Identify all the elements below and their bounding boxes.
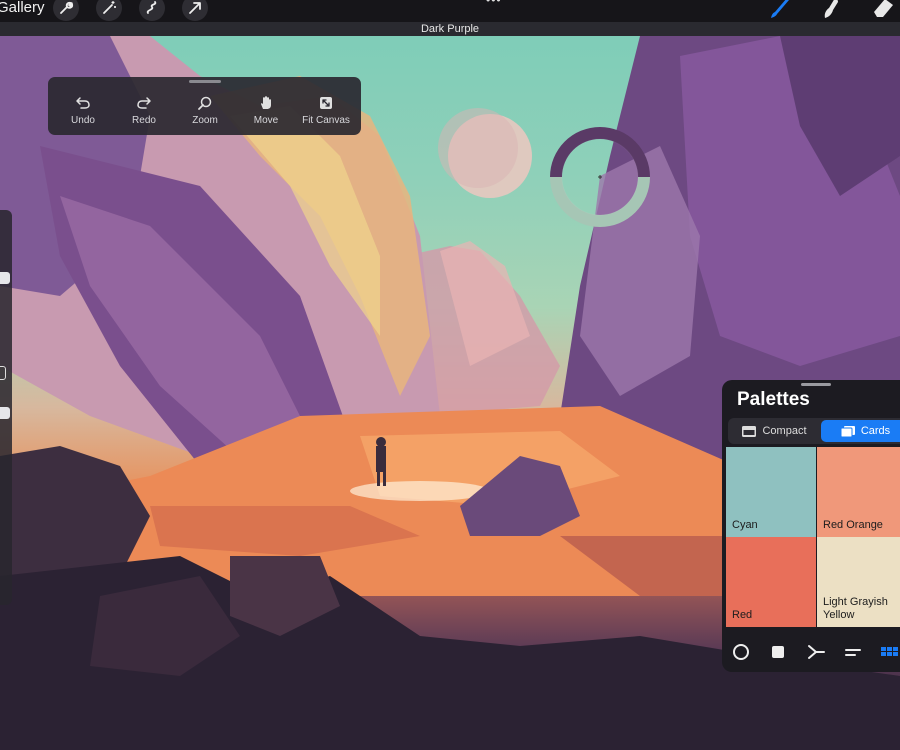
modify-button[interactable] bbox=[0, 366, 6, 380]
current-color-half bbox=[550, 127, 650, 177]
wrench-icon[interactable] bbox=[53, 0, 79, 21]
redo-icon bbox=[137, 97, 151, 109]
zoom-label: Zoom bbox=[192, 115, 218, 126]
previous-color-half bbox=[550, 177, 650, 227]
swatch-light-grayish-yellow[interactable]: Light Grayish Yellow bbox=[817, 537, 900, 627]
more-menu[interactable]: ••• bbox=[486, 0, 502, 7]
smudge-icon[interactable] bbox=[819, 0, 843, 20]
cards-icon bbox=[840, 425, 855, 437]
swatch-red[interactable]: Red bbox=[726, 537, 816, 627]
zoom-icon bbox=[198, 96, 212, 110]
color-mode-bar bbox=[722, 636, 900, 668]
swatch-label: Red Orange bbox=[823, 519, 883, 531]
color-picker-ring[interactable] bbox=[548, 125, 652, 229]
zoom-button[interactable]: Zoom bbox=[175, 95, 235, 126]
transform-arrow-icon[interactable] bbox=[182, 0, 208, 21]
selection-icon[interactable] bbox=[139, 0, 165, 21]
left-sidebar bbox=[0, 210, 12, 605]
compact-tab[interactable]: Compact bbox=[730, 420, 819, 442]
undo-button[interactable]: Undo bbox=[53, 95, 113, 126]
opacity-slider-handle[interactable] bbox=[0, 407, 10, 419]
undo-icon bbox=[76, 97, 90, 109]
compact-icon bbox=[742, 425, 757, 437]
swatch-label: Red bbox=[732, 609, 753, 621]
fit-canvas-label: Fit Canvas bbox=[302, 115, 350, 126]
swatch-red-orange[interactable]: Red Orange bbox=[817, 447, 900, 537]
classic-icon[interactable] bbox=[768, 642, 788, 662]
swatch-cyan[interactable]: Cyan bbox=[726, 447, 816, 537]
palettes-grab-handle[interactable] bbox=[801, 383, 831, 386]
compact-tab-label: Compact bbox=[762, 425, 807, 437]
fit-canvas-button[interactable]: Fit Canvas bbox=[296, 95, 356, 126]
layer-name-banner: Dark Purple bbox=[0, 22, 900, 36]
value-icon[interactable] bbox=[843, 642, 863, 662]
swatch-label: Light Grayish Yellow bbox=[823, 596, 888, 621]
cards-tab-label: Cards bbox=[860, 425, 891, 437]
gallery-button[interactable]: Gallery bbox=[0, 0, 45, 16]
move-label: Move bbox=[253, 115, 279, 126]
top-bar: Gallery ••• bbox=[0, 0, 900, 22]
quick-toolbar: Undo Redo Zoom Move Fit Canvas bbox=[48, 77, 361, 135]
move-button[interactable]: Move bbox=[236, 95, 296, 126]
harmony-icon[interactable] bbox=[806, 642, 826, 662]
disc-icon[interactable] bbox=[731, 642, 751, 662]
palettes-panel: Palettes Compact Cards Cyan Red Orange R… bbox=[722, 380, 900, 672]
hand-icon bbox=[261, 96, 271, 109]
cards-tab[interactable]: Cards bbox=[821, 420, 900, 442]
brush-size-slider-handle[interactable] bbox=[0, 272, 10, 284]
palettes-icon[interactable] bbox=[880, 642, 900, 662]
palette-view-toggle: Compact Cards bbox=[728, 418, 900, 444]
swatch-label: Cyan bbox=[732, 519, 758, 531]
palettes-title: Palettes bbox=[737, 389, 810, 410]
redo-button[interactable]: Redo bbox=[114, 95, 174, 126]
redo-label: Redo bbox=[132, 115, 156, 126]
eraser-icon[interactable] bbox=[871, 0, 895, 20]
fit-canvas-icon bbox=[320, 97, 332, 109]
brush-icon[interactable] bbox=[767, 0, 791, 20]
magic-wand-icon[interactable] bbox=[96, 0, 122, 21]
toolbar-grab-handle[interactable] bbox=[189, 80, 221, 83]
undo-label: Undo bbox=[71, 115, 95, 126]
